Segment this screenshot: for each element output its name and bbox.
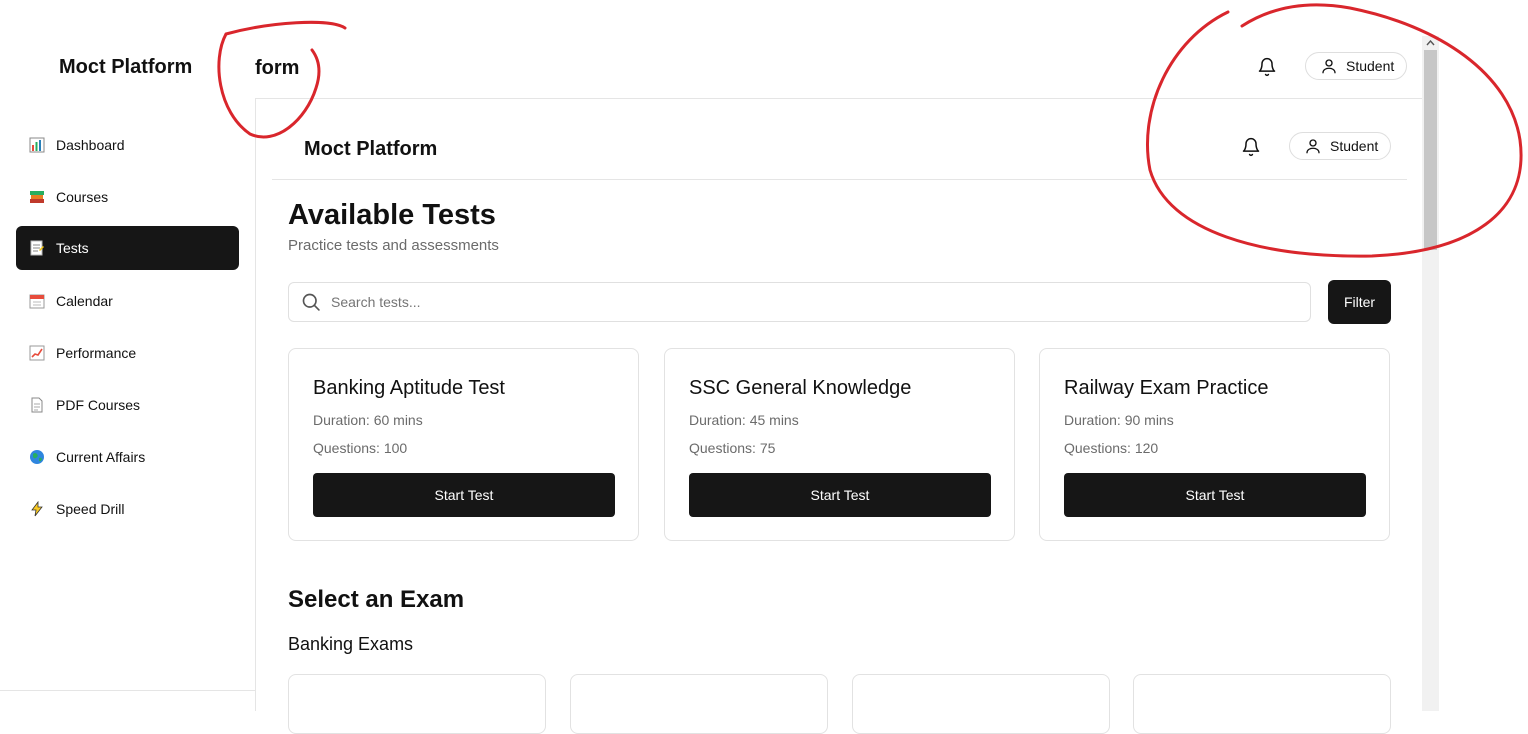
test-card: Banking Aptitude Test Duration: 60 mins … [288,348,639,541]
globe-icon [28,448,46,466]
sidebar-item-label: PDF Courses [56,397,141,413]
lightning-icon [28,500,46,518]
scrollbar-thumb[interactable] [1424,50,1437,250]
sidebar-item-tests[interactable]: Tests [16,226,239,270]
page-icon [28,396,46,414]
inner-header: Moct Platform Student [272,99,1407,180]
memo-icon [28,239,46,257]
notification-bell-icon[interactable] [1256,56,1278,78]
sidebar-item-current-affairs[interactable]: Current Affairs [16,435,239,479]
test-card-title: SSC General Knowledge [689,377,912,399]
sidebar-item-label: Calendar [56,293,113,309]
user-icon [1304,137,1322,155]
test-questions: Questions: 75 [689,440,776,456]
sidebar-item-calendar[interactable]: Calendar [16,279,239,323]
bar-chart-icon [28,136,46,154]
sidebar-divider [0,690,255,691]
inner-user-menu-button[interactable]: Student [1289,132,1391,160]
exam-card[interactable] [852,674,1110,734]
test-duration: Duration: 90 mins [1064,412,1174,428]
inner-notification-bell-icon[interactable] [1240,136,1262,158]
user-label: Student [1346,58,1395,74]
exam-card[interactable] [288,674,546,734]
start-test-button[interactable]: Start Test [1064,473,1366,517]
filter-button[interactable]: Filter [1328,280,1391,324]
exam-group-title: Banking Exams [288,634,414,654]
test-card: Railway Exam Practice Duration: 90 mins … [1039,348,1390,541]
sidebar-item-speed-drill[interactable]: Speed Drill [16,487,239,531]
test-card-title: Banking Aptitude Test [313,377,505,399]
chart-increasing-icon [28,344,46,362]
test-card-title: Railway Exam Practice [1064,377,1269,399]
top-header: Moct Platform Student [0,0,1422,99]
test-duration: Duration: 60 mins [313,412,423,428]
inner-brand-title: Moct Platform [304,138,438,160]
exam-card[interactable] [570,674,828,734]
brand-title: Moct Platform [59,56,193,78]
sidebar-item-label: Speed Drill [56,501,125,517]
test-card: SSC General Knowledge Duration: 45 mins … [664,348,1015,541]
brand-title-fragment: form [255,57,300,79]
page-subtitle: Practice tests and assessments [288,237,499,254]
sidebar-item-label: Current Affairs [56,449,146,465]
sidebar-item-courses[interactable]: Courses [16,175,239,219]
exam-section-title: Select an Exam [288,586,465,613]
calendar-icon [28,292,46,310]
test-questions: Questions: 120 [1064,440,1159,456]
test-duration: Duration: 45 mins [689,412,799,428]
sidebar-item-label: Dashboard [56,137,125,153]
page-title: Available Tests [288,199,496,231]
books-icon [28,188,46,206]
user-label: Student [1330,138,1379,154]
user-menu-button[interactable]: Student [1305,52,1407,80]
sidebar-item-label: Tests [56,240,89,256]
scroll-up-arrow-icon[interactable] [1422,36,1439,50]
sidebar-item-label: Performance [56,345,137,361]
sidebar-item-label: Courses [56,189,109,205]
sidebar-item-pdf-courses[interactable]: PDF Courses [16,383,239,427]
exam-card[interactable] [1133,674,1391,734]
sidebar-item-performance[interactable]: Performance [16,331,239,375]
search-bar [288,282,1311,322]
test-questions: Questions: 100 [313,440,408,456]
sidebar: Dashboard Courses Tests Calendar Perform… [0,98,256,711]
search-input[interactable] [329,293,1233,311]
search-icon [301,292,321,312]
start-test-button[interactable]: Start Test [313,473,615,517]
user-icon [1320,57,1338,75]
start-test-button[interactable]: Start Test [689,473,991,517]
sidebar-item-dashboard[interactable]: Dashboard [16,123,239,167]
